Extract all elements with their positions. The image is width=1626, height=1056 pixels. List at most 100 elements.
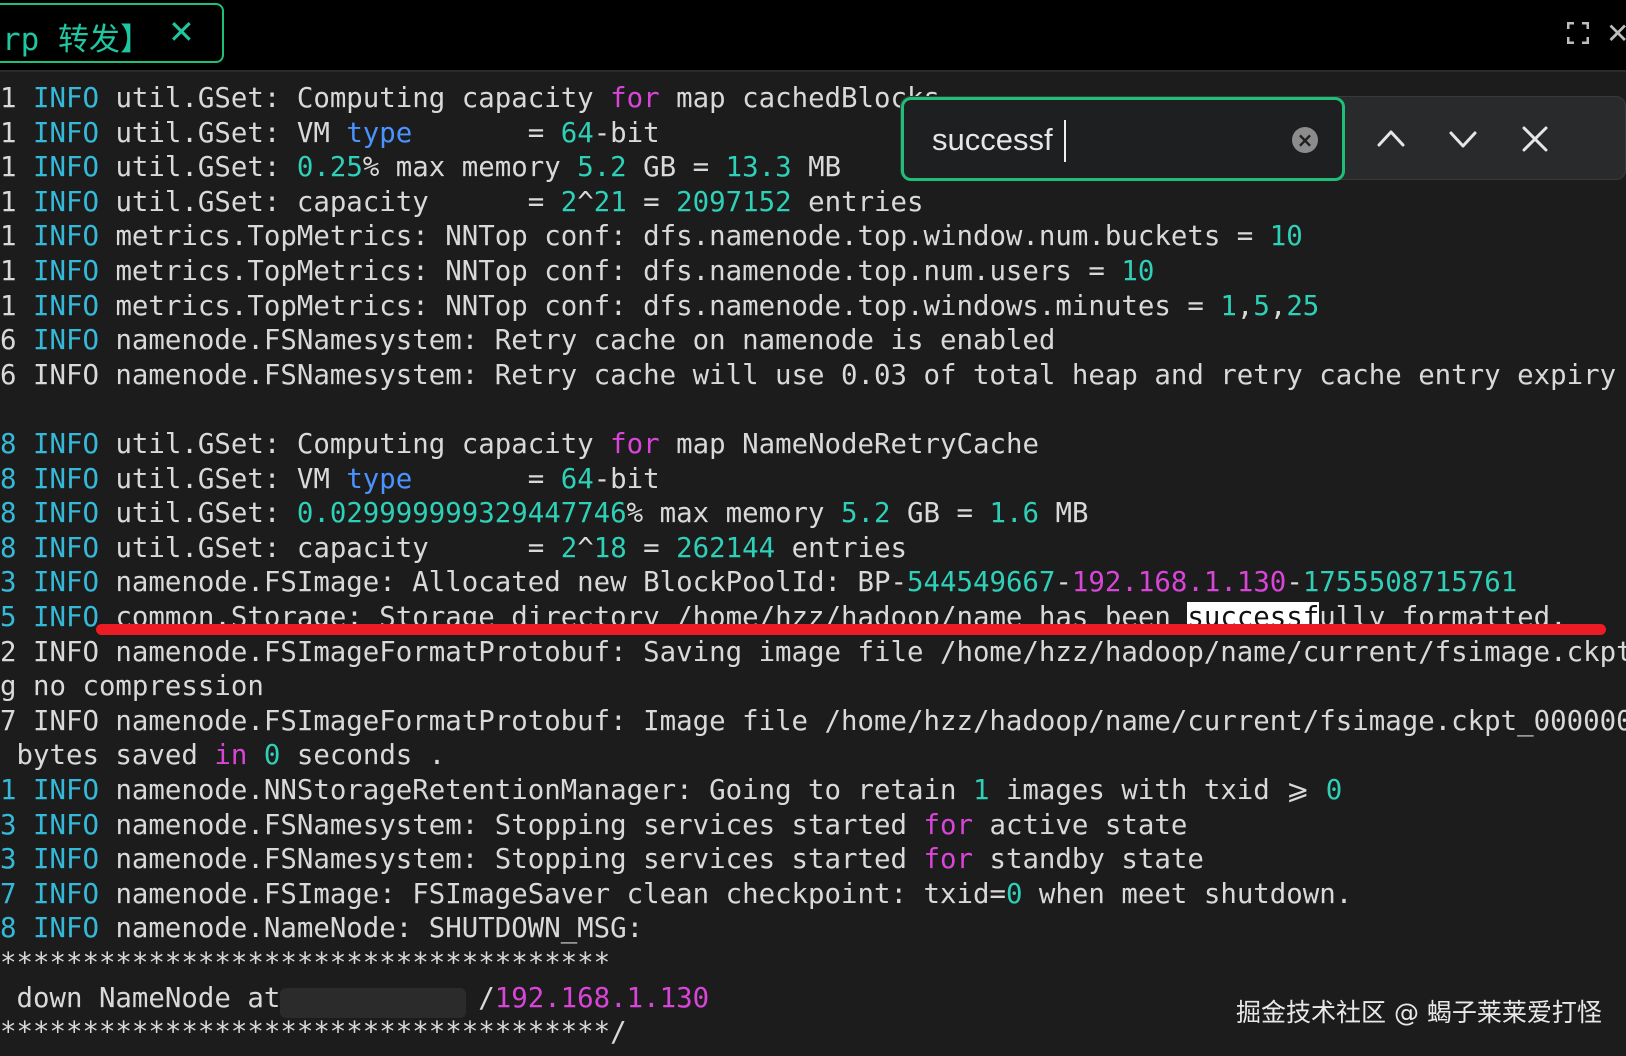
terminal-text-segment: 3 INFO	[0, 809, 99, 841]
terminal-text-segment: 64	[560, 117, 594, 149]
terminal-text-segment: *************************************	[0, 948, 611, 979]
terminal-text-segment: INFO	[32, 290, 99, 322]
terminal-text-segment: 2 INFO namenode.FSImageFormatProtobuf: S…	[0, 636, 1626, 668]
terminal-line: 1 INFO metrics.TopMetrics: NNTop conf: d…	[0, 255, 1154, 289]
terminal-text-segment: 0	[1325, 775, 1343, 806]
terminal-text-segment: 1	[0, 152, 33, 184]
terminal-text-segment: for	[923, 809, 973, 841]
terminal-text-segment: type	[346, 463, 413, 495]
find-input-wrapper[interactable]: ×	[901, 97, 1345, 181]
terminal-line: 8 INFO util.GSet: 0.029999999329447746% …	[0, 497, 1088, 531]
terminal-line: 8 INFO util.GSet: Computing capacity for…	[0, 428, 1039, 462]
terminal-text-segment: util.GSet: Computing capacity	[98, 429, 611, 460]
terminal-text-segment: 5.2	[841, 498, 891, 530]
fullscreen-icon[interactable]	[1566, 21, 1590, 45]
terminal-text-segment: util.GSet: VM	[98, 117, 347, 149]
terminal-text-segment: 1	[972, 775, 990, 806]
terminal-line: 1 INFO metrics.TopMetrics: NNTop conf: d…	[0, 220, 1303, 254]
terminal-text-segment: for	[923, 844, 973, 876]
terminal-line: 3 INFO namenode.FSImage: Allocated new B…	[0, 566, 1517, 600]
terminal-text-segment: 2	[560, 186, 578, 218]
terminal-line: bytes saved in 0 seconds .	[0, 739, 445, 773]
red-underline-annotation	[96, 624, 1606, 635]
terminal-text-segment: 8 INFO	[0, 463, 99, 495]
terminal-text-segment: images with txid ⩾	[989, 775, 1326, 806]
terminal-line: 6 INFO namenode.FSNamesystem: Retry cach…	[0, 359, 1626, 393]
terminal-text-segment: -	[1055, 567, 1072, 599]
close-icon[interactable]	[1513, 117, 1557, 161]
terminal-text-segment: INFO	[32, 117, 99, 149]
terminal-text-segment: bytes saved	[0, 740, 215, 772]
terminal-line: 1 INFO util.GSet: VM type = 64-bit	[0, 117, 660, 151]
terminal-text-segment: entries	[775, 532, 908, 564]
terminal-text-segment: 2	[560, 532, 578, 564]
terminal-text-segment: % max memory	[362, 152, 578, 184]
terminal-text-segment: in	[214, 740, 248, 772]
terminal-line: 1 INFO metrics.TopMetrics: NNTop conf: d…	[0, 290, 1319, 324]
terminal-text-segment: 18	[593, 532, 627, 564]
clear-search-icon[interactable]: ×	[1292, 127, 1318, 153]
terminal-line: 1 INFO util.GSet: 0.25% max memory 5.2 G…	[0, 151, 841, 185]
terminal-line: g no compression	[0, 670, 264, 704]
terminal-text-segment: INFO	[32, 221, 99, 253]
tab-title: rp 转发】	[2, 22, 151, 58]
terminal-text-segment: ^	[577, 186, 594, 218]
terminal-text-segment: for	[610, 429, 660, 460]
terminal-text-segment: MB	[1038, 498, 1089, 530]
terminal-text-segment: g no compression	[0, 671, 264, 703]
terminal-line: 7 INFO namenode.FSImage: FSImageSaver cl…	[0, 878, 1352, 912]
terminal-window: rp 转发】 ✕ ✕ 1 INFO util.GSet: Computing c…	[0, 0, 1626, 1056]
terminal-text-segment: util.GSet: VM	[98, 463, 347, 495]
terminal-text-segment: 3 INFO	[0, 844, 99, 876]
terminal-text-segment: 544549667	[907, 567, 1056, 599]
terminal-text-segment: ^	[577, 532, 594, 564]
terminal-text-segment: 1755508715761	[1302, 567, 1518, 599]
terminal-text-segment: standby state	[972, 844, 1204, 876]
terminal-text-segment: 10	[1121, 256, 1155, 287]
terminal-line: 3 INFO namenode.FSNamesystem: Stopping s…	[0, 809, 1187, 843]
terminal-text-segment: 6 INFO namenode.FSNamesystem: Retry cach…	[0, 359, 1626, 391]
terminal-text-segment: 192.168.1.130	[1071, 567, 1287, 599]
terminal-text-segment: % max memory	[626, 498, 842, 530]
terminal-tab[interactable]: rp 转发】 ✕	[0, 3, 224, 63]
terminal-text-segment: 1	[0, 186, 33, 218]
watermark: 掘金技术社区 @ 蝎子莱莱爱打怪	[1236, 998, 1602, 1027]
terminal-text-segment: util.GSet:	[98, 152, 297, 184]
chevron-up-icon[interactable]	[1369, 117, 1413, 161]
terminal-text-segment: 1	[0, 83, 33, 114]
terminal-text-segment: =	[626, 532, 677, 564]
tab-close-icon[interactable]: ✕	[168, 13, 195, 51]
terminal-text-segment: namenode.NameNode: SHUTDOWN_MSG:	[98, 913, 644, 945]
terminal-text-segment: INFO	[32, 152, 99, 184]
terminal-text-segment: INFO	[32, 186, 99, 218]
terminal-text-segment: 1.6	[989, 498, 1039, 530]
terminal-line: 8 INFO namenode.NameNode: SHUTDOWN_MSG:	[0, 912, 643, 946]
terminal-text-segment: map NameNodeRetryCache	[659, 429, 1039, 460]
terminal-text-segment: 13.3	[725, 152, 792, 184]
text-cursor	[1064, 120, 1066, 162]
terminal-line: 1 INFO util.GSet: capacity = 2^21 = 2097…	[0, 186, 924, 220]
terminal-text-segment: for	[610, 83, 660, 114]
terminal-text-segment: active state	[972, 809, 1188, 841]
terminal-text-segment: ,	[1269, 290, 1287, 322]
terminal-text-segment: 8 INFO	[0, 913, 99, 945]
terminal-output: 1 INFO util.GSet: Computing capacity for…	[0, 80, 1626, 1056]
terminal-text-segment: when meet shutdown.	[1022, 878, 1353, 910]
terminal-line: 8 INFO util.GSet: capacity = 2^18 = 2621…	[0, 532, 907, 566]
terminal-text-segment: GB =	[890, 498, 990, 530]
terminal-text-segment: util.GSet: Computing capacity	[98, 83, 611, 114]
terminal-text-segment: namenode.FSNamesystem: Stopping services…	[98, 809, 924, 841]
find-input[interactable]	[932, 120, 1262, 160]
terminal-text-segment: 1 INFO	[0, 775, 99, 806]
terminal-text-segment: -bit	[593, 117, 660, 149]
terminal-text-segment: 192.168.1.130	[494, 982, 710, 1014]
terminal-text-segment: util.GSet: capacity =	[98, 186, 561, 218]
terminal-text-segment: GB =	[626, 152, 726, 184]
terminal-line: 6 INFO namenode.FSNamesystem: Retry cach…	[0, 324, 1055, 358]
terminal-text-segment: *************************************/	[0, 1017, 627, 1049]
tab-bar: rp 转发】 ✕ ✕	[0, 0, 1626, 72]
window-close-icon[interactable]: ✕	[1606, 17, 1626, 50]
terminal-text-segment: MB	[791, 152, 842, 184]
terminal-text-segment: -bit	[593, 463, 660, 495]
chevron-down-icon[interactable]	[1441, 117, 1485, 161]
